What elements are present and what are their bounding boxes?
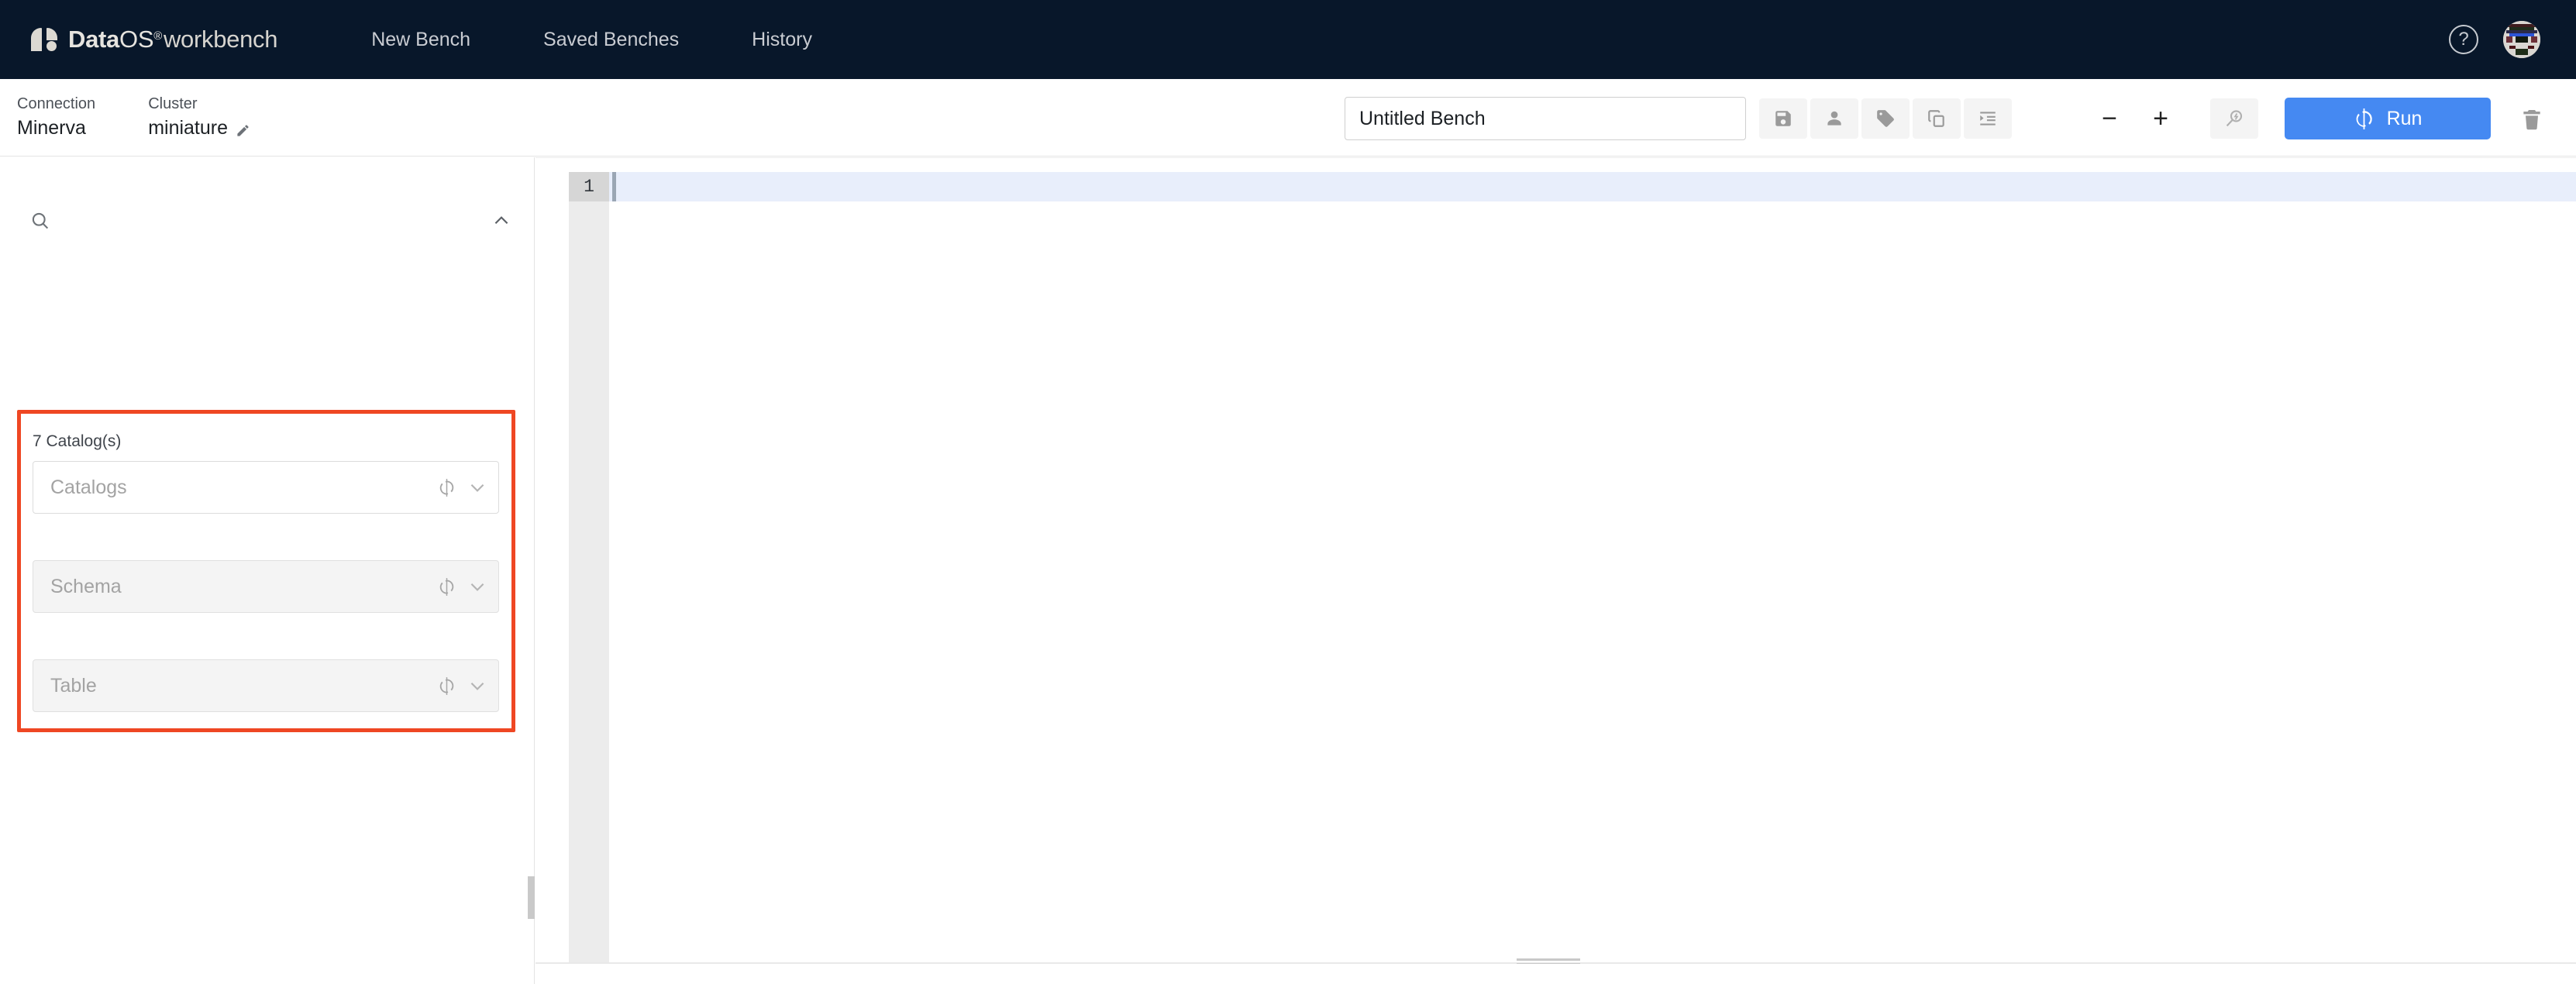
bench-toolbar: Connection Minerva Cluster miniature Unt… [0,79,2576,157]
nav-history[interactable]: History [715,29,849,51]
schema-select-placeholder: Schema [50,575,122,597]
save-floppy-icon [1775,111,1791,126]
connection-meta: Connection Minerva Cluster miniature [0,95,250,139]
brand-data-text: Data [68,26,119,53]
top-header-bar: Data OS ® workbench New Bench Saved Benches… [0,0,2576,79]
brand-workbench-text: workbench [163,26,278,53]
chevron-up-icon[interactable] [491,211,511,231]
run-button-label: Run [2386,107,2423,129]
catalog-count-label: 7 Catalog(s) [33,432,122,450]
copy-button[interactable] [1913,98,1961,139]
toolbar-action-group [1759,98,2012,139]
question-mark-icon[interactable]: ? [2449,25,2478,54]
results-panel [536,964,2576,984]
run-button[interactable]: Run [2285,98,2491,139]
editor-line-number: 1 [569,172,609,201]
schema-select[interactable]: Schema [33,560,499,613]
connection-block: Connection Minerva [17,95,95,139]
brand-wordmark: Data OS ® workbench [68,26,277,53]
copy-icon [1928,110,1944,127]
zoom-controls: − + [2092,98,2178,139]
editor-active-line[interactable] [609,172,2576,201]
editor-gutter: 1 [569,172,609,963]
brand-logo[interactable]: Data OS ® workbench [31,26,277,53]
bench-name-input[interactable] [1345,97,1746,140]
brand-os-text: OS [119,26,154,53]
sql-editor[interactable]: 1 [536,157,2576,963]
trash-icon [2523,110,2540,130]
refresh-icon[interactable] [437,676,456,696]
table-select-placeholder: Table [50,674,97,697]
refresh-icon[interactable] [437,577,456,597]
zoom-in-button[interactable]: + [2144,98,2178,139]
cluster-value: miniature [148,117,229,139]
zoom-out-button[interactable]: − [2092,98,2127,139]
refresh-sync-icon [2356,108,2372,129]
cluster-label: Cluster [148,95,198,112]
catalogs-select-placeholder: Catalogs [50,476,127,498]
primary-nav: New Bench Saved Benches History [335,29,849,51]
share-user-button[interactable] [1810,98,1858,139]
format-indent-button[interactable] [1964,98,2012,139]
cluster-value-row: miniature [148,117,250,139]
dataos-logo-icon [31,26,57,53]
sidebar-search-row [0,201,535,240]
catalog-sidebar: 7 Catalog(s) Catalogs Schema Table [0,157,535,984]
explain-query-button[interactable] [2210,98,2258,139]
cluster-block: Cluster miniature [148,95,250,139]
tag-button[interactable] [1861,98,1910,139]
sidebar-resize-handle[interactable] [528,876,535,919]
brand-registered-mark: ® [153,29,162,43]
delete-bench-button[interactable] [2515,102,2549,136]
tag-icon [1877,110,1894,127]
avatar[interactable] [2503,21,2540,58]
indent-icon [1980,112,1996,126]
nav-new-bench[interactable]: New Bench [335,29,507,51]
chevron-down-icon[interactable] [467,477,487,497]
connection-value: Minerva [17,117,86,139]
editor-caret [612,172,616,201]
chevron-down-icon[interactable] [467,576,487,597]
save-button[interactable] [1759,98,1807,139]
table-select[interactable]: Table [33,659,499,712]
chevron-down-icon[interactable] [467,676,487,696]
search-icon[interactable] [29,210,51,232]
pencil-icon[interactable] [236,121,250,136]
nav-saved-benches[interactable]: Saved Benches [507,29,715,51]
magnifier-lightning-icon [2226,110,2243,127]
person-icon [1827,111,1841,126]
connection-label: Connection [17,95,96,112]
refresh-icon[interactable] [437,478,456,497]
header-right-actions: ? [2449,21,2540,58]
user-avatar-identicon [2503,21,2540,58]
catalogs-select[interactable]: Catalogs [33,461,499,514]
